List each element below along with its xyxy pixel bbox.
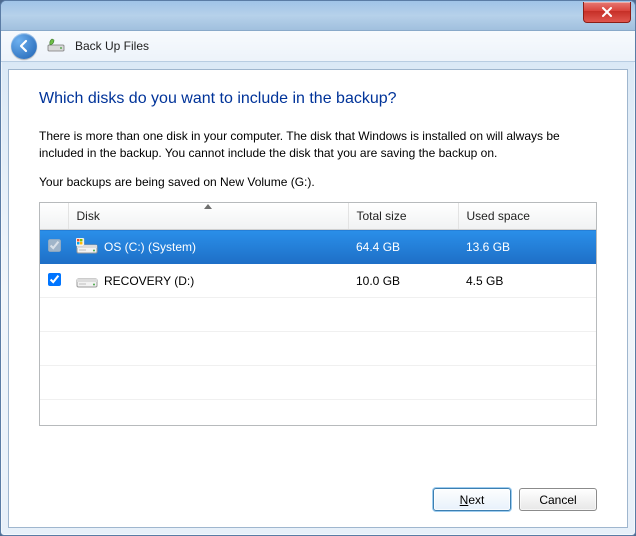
column-used-space[interactable]: Used space <box>458 203 596 230</box>
window-frame: Back Up Files Which disks do you want to… <box>0 0 636 536</box>
disk-used-space: 13.6 GB <box>458 230 596 264</box>
footer: Next Cancel <box>39 474 597 511</box>
disk-total-size: 64.4 GB <box>348 230 458 264</box>
table-row[interactable]: RECOVERY (D:) 10.0 GB4.5 GB <box>40 264 596 298</box>
nav-title: Back Up Files <box>75 39 149 53</box>
table-row <box>40 298 596 332</box>
page-body-2: Your backups are being saved on New Volu… <box>39 174 597 191</box>
app-icon <box>47 37 65 55</box>
disk-name: OS (C:) (System) <box>104 240 196 254</box>
disk-include-checkbox[interactable] <box>48 273 61 286</box>
back-arrow-icon <box>16 38 32 54</box>
table-header-row: Disk Total size Used space <box>40 203 596 230</box>
drive-icon <box>76 272 98 290</box>
close-button[interactable] <box>583 2 631 23</box>
page-heading: Which disks do you want to include in th… <box>39 90 597 108</box>
titlebar <box>1 1 635 31</box>
table-row <box>40 400 596 427</box>
disk-total-size: 10.0 GB <box>348 264 458 298</box>
column-used-label: Used space <box>467 209 530 223</box>
column-total-label: Total size <box>357 209 407 223</box>
table-row <box>40 332 596 366</box>
sort-ascending-icon <box>204 204 212 209</box>
column-checkbox[interactable] <box>40 203 68 230</box>
next-button[interactable]: Next <box>433 488 511 511</box>
back-button[interactable] <box>11 33 37 59</box>
disk-table: Disk Total size Used space <box>39 202 597 426</box>
column-total-size[interactable]: Total size <box>348 203 458 230</box>
content-area: Which disks do you want to include in th… <box>8 69 628 528</box>
disk-used-space: 4.5 GB <box>458 264 596 298</box>
disk-name: RECOVERY (D:) <box>104 274 194 288</box>
column-disk[interactable]: Disk <box>68 203 348 230</box>
navbar: Back Up Files <box>1 31 635 62</box>
table-row[interactable]: OS (C:) (System) 64.4 GB13.6 GB <box>40 230 596 264</box>
disk-include-checkbox <box>48 239 61 252</box>
page-body-1: There is more than one disk in your comp… <box>39 128 597 162</box>
cancel-button[interactable]: Cancel <box>519 488 597 511</box>
drive-icon <box>76 238 98 256</box>
table-row <box>40 366 596 400</box>
column-disk-label: Disk <box>77 209 100 223</box>
close-icon <box>601 7 613 17</box>
